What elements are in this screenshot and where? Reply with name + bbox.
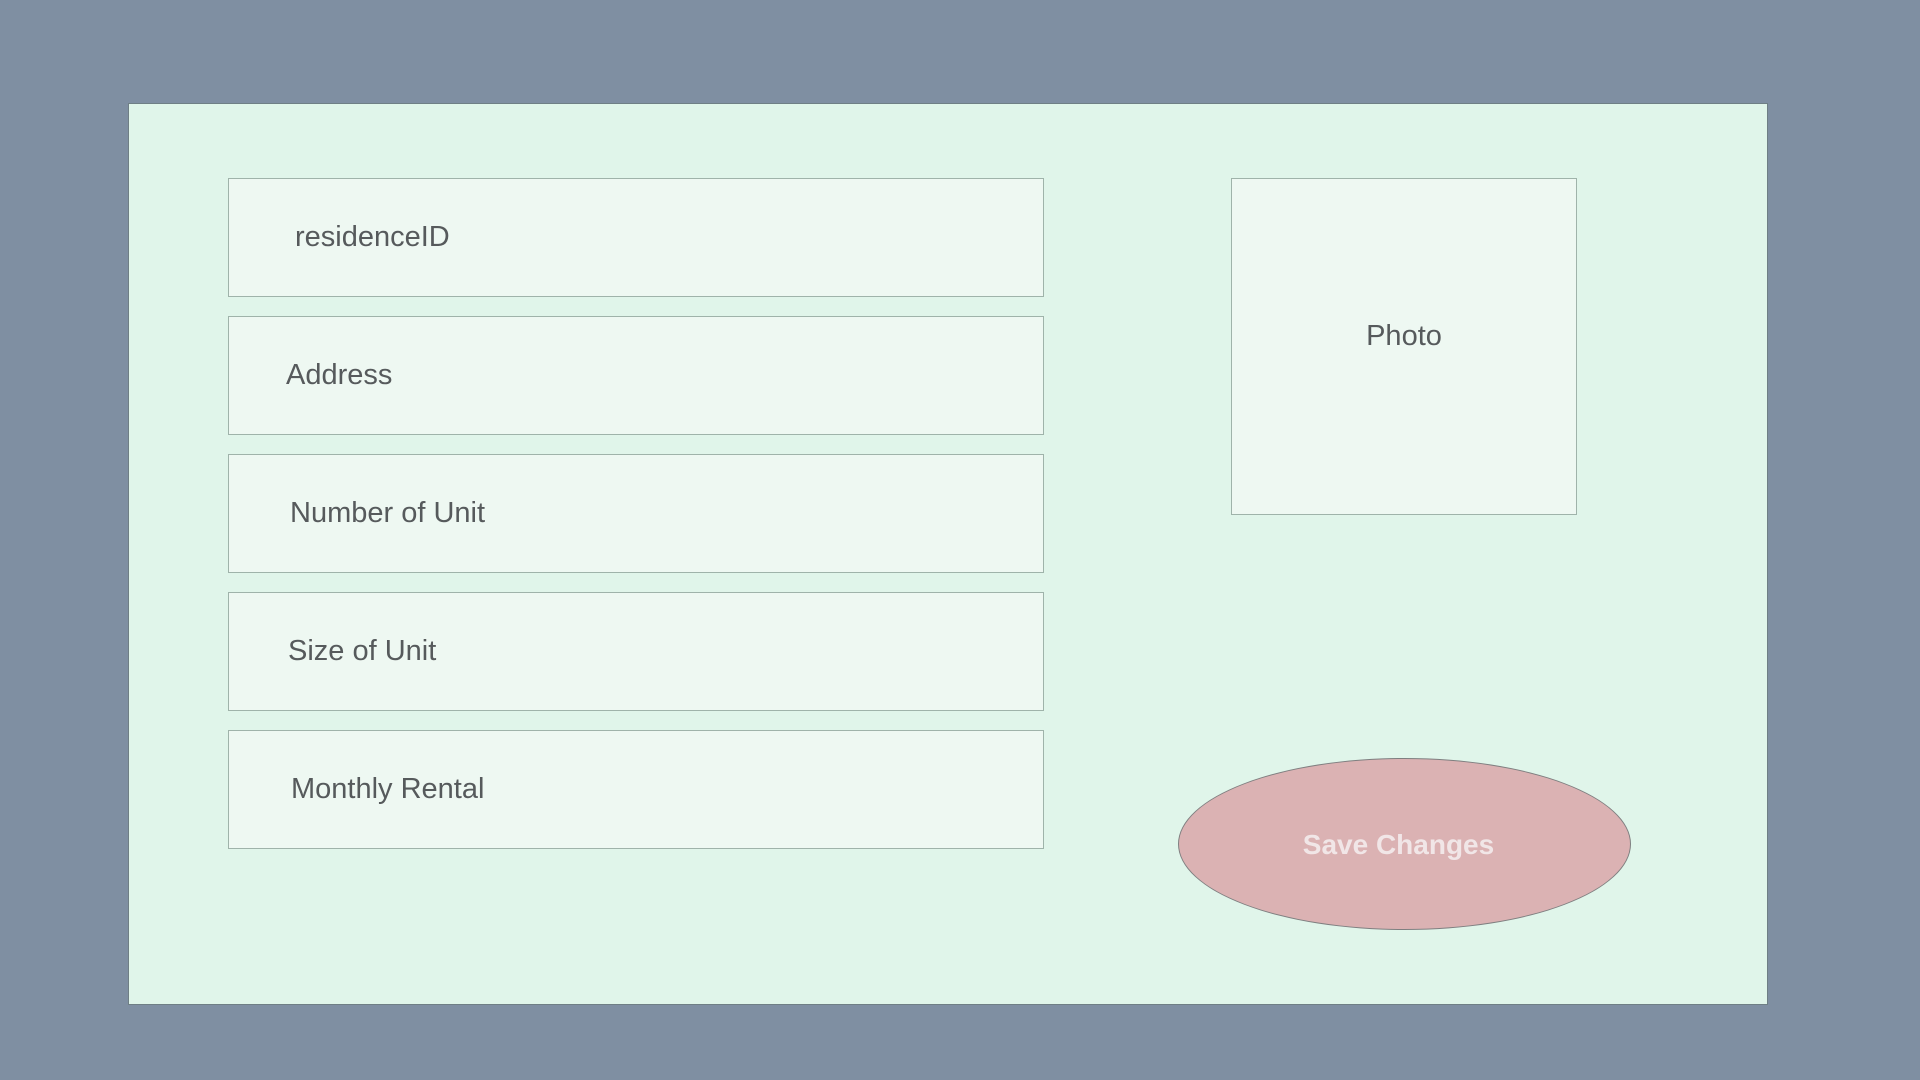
save-changes-label: Save Changes [1302,829,1495,860]
residence-id-label: residenceID [295,221,450,253]
number-of-unit-field[interactable]: Number of Unit [228,454,1044,573]
monthly-rental-label: Monthly Rental [291,773,485,805]
size-of-unit-label: Size of Unit [288,635,437,667]
size-of-unit-field[interactable]: Size of Unit [228,592,1044,711]
form-panel: residenceID Address Number of Unit Size … [128,103,1768,1005]
photo-box[interactable]: Photo [1231,178,1577,515]
residence-id-field[interactable]: residenceID [228,178,1044,297]
address-field[interactable]: Address [228,316,1044,435]
save-changes-button[interactable]: Save Changes [1178,758,1631,930]
photo-label: Photo [1366,320,1442,352]
monthly-rental-field[interactable]: Monthly Rental [228,730,1044,849]
address-label: Address [286,359,393,391]
number-of-unit-label: Number of Unit [290,497,486,529]
